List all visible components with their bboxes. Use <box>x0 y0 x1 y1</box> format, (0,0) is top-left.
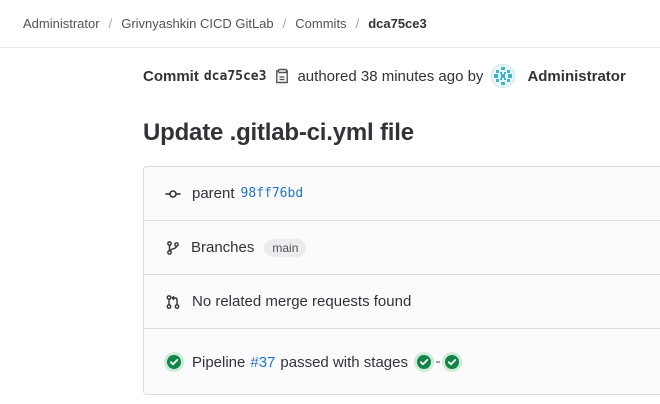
breadcrumb: Administrator / Grivnyashkin CICD GitLab… <box>0 0 660 48</box>
parent-label: parent <box>192 185 235 202</box>
pipeline-link[interactable]: #37 <box>250 354 275 371</box>
pipeline-label: Pipeline <box>192 353 246 371</box>
breadcrumb-administrator[interactable]: Administrator <box>23 16 100 31</box>
branches-label: Branches <box>191 239 255 256</box>
copy-sha-button[interactable] <box>273 67 291 85</box>
branch-icon <box>164 239 182 257</box>
breadcrumb-separator: / <box>108 16 113 31</box>
author-name[interactable]: Administrator <box>527 68 625 85</box>
stage-connector <box>435 361 440 363</box>
commit-title: Update .gitlab-ci.yml file <box>143 119 414 146</box>
no-merge-requests-text: No related merge requests found <box>192 293 412 310</box>
pipeline-row: Pipeline #37 passed with stages <box>144 329 660 395</box>
breadcrumb-separator: / <box>282 16 287 31</box>
commit-icon <box>164 185 182 203</box>
pipeline-status-icon[interactable] <box>164 352 184 372</box>
author-avatar[interactable] <box>491 64 516 88</box>
stage-1-success-icon[interactable] <box>413 352 434 372</box>
stage-2-success-icon[interactable] <box>441 352 462 372</box>
commit-header: Commit dca75ce3 authored 38 minutes ago … <box>143 63 626 89</box>
parent-sha-link[interactable]: 98ff76bd <box>241 186 304 201</box>
merge-request-icon <box>164 293 182 311</box>
breadcrumb-separator: / <box>355 16 360 31</box>
breadcrumb-current-commit[interactable]: dca75ce3 <box>368 16 427 31</box>
identicon-icon <box>493 66 514 86</box>
commit-info-panel: parent 98ff76bd Branches main No related… <box>143 166 660 395</box>
parent-row: parent 98ff76bd <box>144 167 660 221</box>
breadcrumb-commits[interactable]: Commits <box>295 16 346 31</box>
pipeline-status-text: passed with stages <box>280 353 408 371</box>
commit-sha: dca75ce3 <box>203 68 267 84</box>
merge-requests-row: No related merge requests found <box>144 275 660 329</box>
branch-badge-main[interactable]: main <box>264 238 307 257</box>
copy-icon <box>276 68 289 84</box>
authored-text: authored 38 minutes ago by <box>297 67 484 85</box>
pipeline-stages <box>413 352 462 372</box>
breadcrumb-project[interactable]: Grivnyashkin CICD GitLab <box>121 16 273 31</box>
commit-label: Commit <box>143 67 199 85</box>
branches-row: Branches main <box>144 221 660 275</box>
